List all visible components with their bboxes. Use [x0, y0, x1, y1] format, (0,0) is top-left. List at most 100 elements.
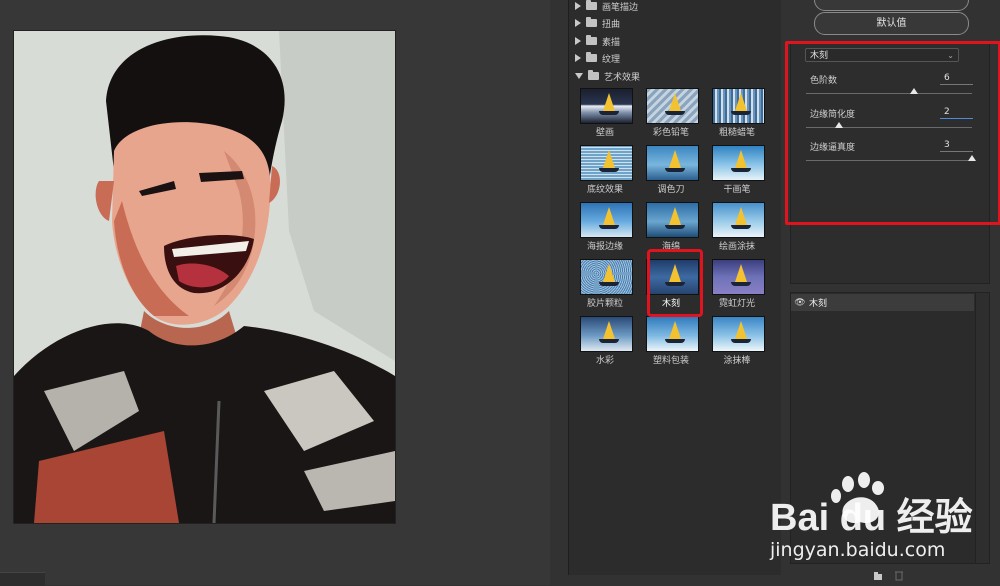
boat-hull-shape: [665, 111, 685, 115]
watermark-url: jingyan.baidu.com: [769, 539, 945, 561]
folder-icon: [586, 52, 597, 62]
category-distort[interactable]: 扭曲: [569, 15, 620, 31]
filter-preview-image: [646, 316, 699, 352]
boat-hull-shape: [665, 225, 685, 229]
filter-thumbnail[interactable]: 水彩: [577, 314, 633, 366]
filter-thumbnail[interactable]: 彩色铅笔: [643, 86, 699, 138]
collapsed-arrow-icon: [575, 19, 581, 27]
collapsed-arrow-icon: [575, 54, 581, 62]
sailboat-icon: [735, 321, 747, 339]
filter-preview-image: [712, 316, 765, 352]
boat-hull-shape: [731, 339, 751, 343]
filter-preview-image: [712, 202, 765, 238]
filter-preview-image: [580, 145, 633, 181]
collapsed-arrow-icon: [575, 2, 581, 10]
filter-label: 底纹效果: [586, 185, 623, 195]
category-label: 画笔描边: [602, 2, 639, 13]
expanded-arrow-icon: [575, 73, 583, 79]
filter-thumbnail[interactable]: 塑料包装: [643, 314, 699, 366]
ok-button[interactable]: [814, 0, 969, 11]
filter-thumbnail[interactable]: 调色刀: [643, 143, 699, 195]
filter-label: 涂抹棒: [723, 356, 751, 366]
boat-hull-shape: [731, 168, 751, 172]
category-texture[interactable]: 纹理: [569, 50, 620, 66]
sailboat-icon: [735, 93, 747, 111]
filter-preview-image: [580, 316, 633, 352]
sailboat-icon: [669, 93, 681, 111]
filter-label: 绘画涂抹: [718, 242, 755, 252]
watermark-brand: Bai du 经验: [770, 497, 973, 539]
sailboat-icon: [603, 150, 615, 168]
filter-thumbnail[interactable]: 海绵: [643, 200, 699, 252]
selected-filter-highlight: [647, 249, 703, 317]
filter-preview-image: [580, 88, 633, 124]
woodcut-portrait: [14, 31, 395, 523]
params-highlight-box: [785, 41, 1000, 225]
filter-thumbnail[interactable]: 霓虹灯光: [709, 257, 765, 309]
boat-hull-shape: [731, 282, 751, 286]
filter-label: 水彩: [595, 356, 614, 366]
filter-thumbnail[interactable]: 干画笔: [709, 143, 765, 195]
filter-preview-image: [712, 88, 765, 124]
folder-icon: [588, 70, 599, 80]
eye-icon[interactable]: 👁: [791, 298, 809, 308]
filter-label: 粗糙蜡笔: [718, 128, 755, 138]
filter-label: 调色刀: [657, 185, 685, 195]
sailboat-icon: [669, 150, 681, 168]
category-label: 素描: [602, 37, 621, 48]
filter-preview-image: [712, 259, 765, 295]
default-button[interactable]: 默认值: [814, 12, 969, 35]
filter-thumbnail[interactable]: 胶片颗粒: [577, 257, 633, 309]
boat-hull-shape: [665, 339, 685, 343]
filter-thumbnail[interactable]: 绘画涂抹: [709, 200, 765, 252]
sailboat-icon: [735, 150, 747, 168]
folder-icon: [586, 35, 597, 45]
preview-scrollbar[interactable]: [0, 572, 45, 586]
sailboat-icon: [603, 93, 615, 111]
preview-image[interactable]: [13, 30, 396, 524]
filter-preview-image: [646, 202, 699, 238]
sailboat-icon: [735, 264, 747, 282]
filter-thumbnail[interactable]: 粗糙蜡笔: [709, 86, 765, 138]
sailboat-icon: [669, 321, 681, 339]
boat-hull-shape: [599, 282, 619, 286]
sailboat-icon: [603, 321, 615, 339]
boat-hull-shape: [665, 168, 685, 172]
boat-hull-shape: [599, 339, 619, 343]
sailboat-icon: [603, 264, 615, 282]
boat-hull-shape: [599, 111, 619, 115]
boat-hull-shape: [731, 225, 751, 229]
baidu-jingyan-watermark: Bai du 经验 jingyan.baidu.com: [769, 472, 973, 561]
filter-preview-image: [580, 202, 633, 238]
effect-layer-row[interactable]: 👁 木刻: [791, 294, 974, 311]
trash-icon[interactable]: [894, 570, 904, 581]
sailboat-icon: [603, 207, 615, 225]
filter-preview-image: [646, 88, 699, 124]
filter-label: 壁画: [595, 128, 614, 138]
folder-icon: [586, 0, 597, 10]
category-label: 艺术效果: [604, 72, 641, 83]
category-label: 扭曲: [602, 19, 621, 30]
folder-icon: [586, 17, 597, 27]
sailboat-icon: [669, 207, 681, 225]
filter-thumbnail[interactable]: 涂抹棒: [709, 314, 765, 366]
category-label: 纹理: [602, 54, 621, 65]
filter-preview-image: [646, 145, 699, 181]
collapsed-arrow-icon: [575, 37, 581, 45]
filter-thumbnail[interactable]: 海报边缘: [577, 200, 633, 252]
filter-label: 塑料包装: [652, 356, 689, 366]
boat-hull-shape: [599, 225, 619, 229]
effect-layer-name: 木刻: [809, 299, 828, 309]
category-artistic[interactable]: 艺术效果: [569, 68, 640, 84]
boat-hull-shape: [731, 111, 751, 115]
filter-label: 霓虹灯光: [718, 299, 755, 309]
new-layer-icon[interactable]: [873, 570, 883, 581]
filter-thumbnail[interactable]: 底纹效果: [577, 143, 633, 195]
filter-thumbnail[interactable]: 壁画: [577, 86, 633, 138]
category-sketch[interactable]: 素描: [569, 33, 620, 49]
filter-label: 彩色铅笔: [652, 128, 689, 138]
filter-label: 干画笔: [723, 185, 751, 195]
category-brush-strokes[interactable]: 画笔描边: [569, 0, 638, 14]
boat-hull-shape: [599, 168, 619, 172]
filter-preview-image: [712, 145, 765, 181]
